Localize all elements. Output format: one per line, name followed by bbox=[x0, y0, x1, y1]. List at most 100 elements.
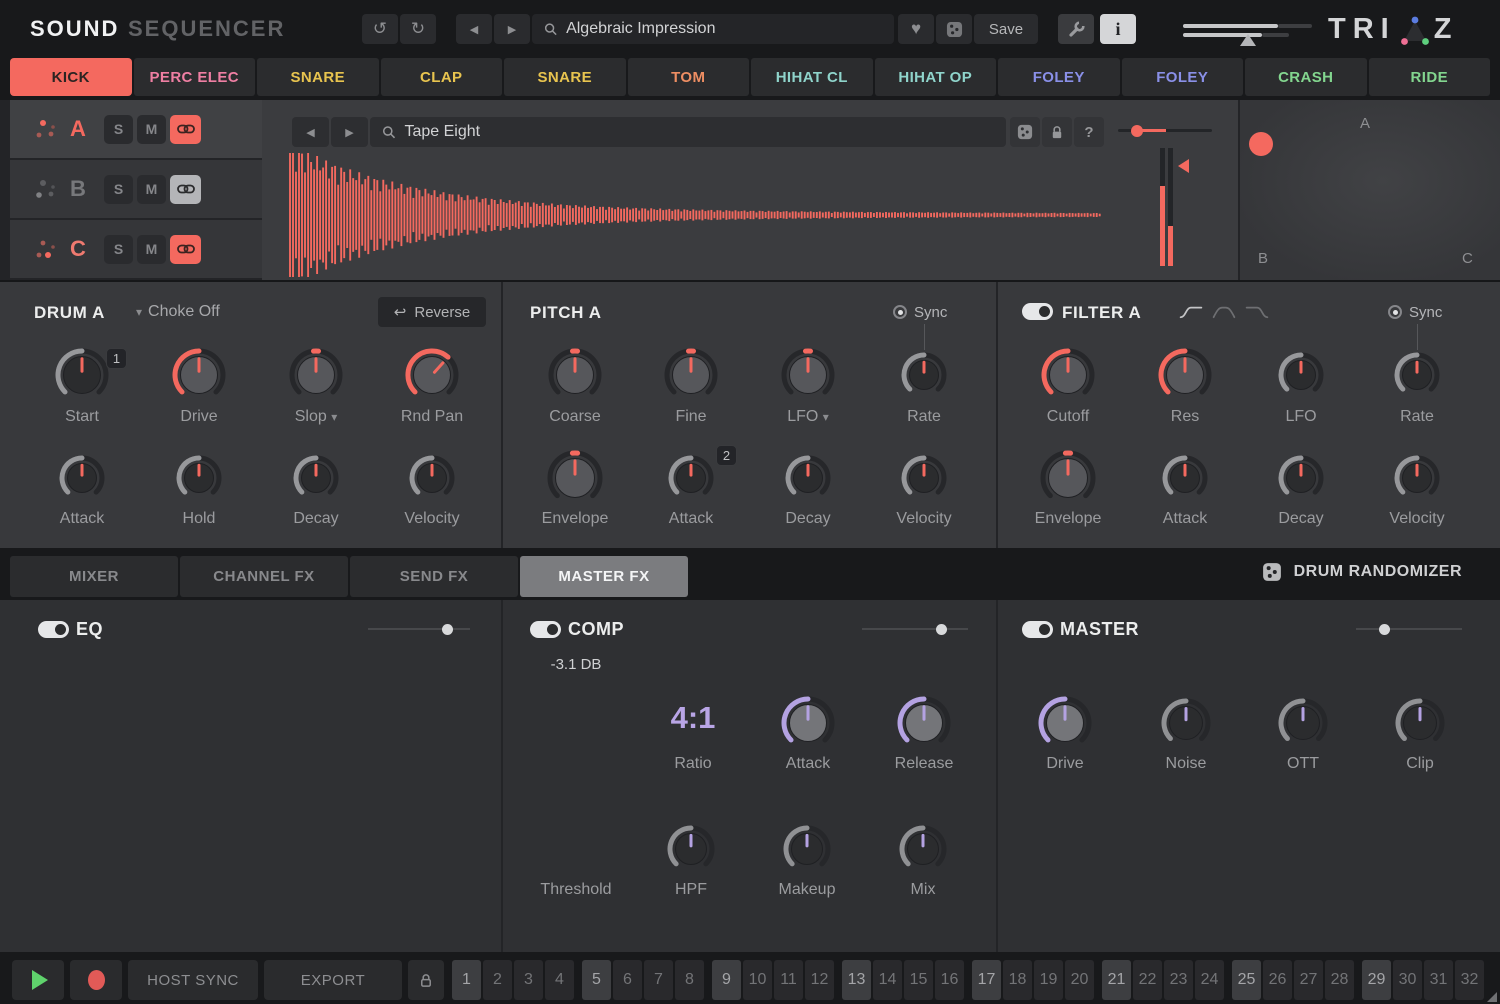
step-32[interactable]: 32 bbox=[1455, 960, 1484, 1000]
step-7[interactable]: 7 bbox=[644, 960, 673, 1000]
drum-attack-knob[interactable] bbox=[59, 455, 105, 506]
comp-hpf-knob[interactable] bbox=[667, 825, 715, 878]
step-3[interactable]: 3 bbox=[514, 960, 543, 1000]
pad-position-handle[interactable] bbox=[1249, 132, 1273, 156]
host-sync-button[interactable]: HOST SYNC bbox=[128, 960, 258, 1000]
highpass-icon[interactable] bbox=[1178, 304, 1204, 320]
layer-row-a[interactable]: A S M bbox=[10, 100, 262, 158]
step-8[interactable]: 8 bbox=[675, 960, 704, 1000]
layer-b-mute-button[interactable]: M bbox=[137, 175, 166, 204]
tab-kick[interactable]: KICK bbox=[10, 58, 132, 96]
record-button[interactable] bbox=[70, 960, 122, 1000]
comp-mix-knob[interactable] bbox=[899, 825, 947, 878]
step-17[interactable]: 17 bbox=[972, 960, 1001, 1000]
filter-sync-radio[interactable] bbox=[1388, 305, 1402, 319]
step-6[interactable]: 6 bbox=[613, 960, 642, 1000]
drum-hold-knob[interactable] bbox=[176, 455, 222, 506]
master-enable-toggle[interactable] bbox=[1022, 621, 1053, 638]
play-button[interactable] bbox=[12, 960, 64, 1000]
layer-a-mute-button[interactable]: M bbox=[137, 115, 166, 144]
filter-rate-knob[interactable] bbox=[1394, 352, 1440, 403]
eq-mix-handle[interactable] bbox=[442, 624, 453, 635]
next-sample-button[interactable]: ▶ bbox=[331, 117, 368, 147]
info-button[interactable]: i bbox=[1100, 14, 1136, 44]
pitch-sync-radio[interactable] bbox=[893, 305, 907, 319]
step-22[interactable]: 22 bbox=[1133, 960, 1162, 1000]
drive-knob[interactable] bbox=[172, 348, 226, 407]
tab-perc-elec[interactable]: PERC ELEC bbox=[134, 58, 256, 96]
comp-attack-knob[interactable] bbox=[781, 696, 835, 755]
master-mix-handle[interactable] bbox=[1379, 624, 1390, 635]
fx-tab-master-fx[interactable]: MASTER FX bbox=[520, 556, 688, 597]
cutoff-knob[interactable] bbox=[1041, 348, 1095, 407]
filter-attack-knob[interactable] bbox=[1162, 455, 1208, 506]
next-preset-button[interactable]: ▶ bbox=[494, 14, 530, 44]
layer-a-solo-button[interactable]: S bbox=[104, 115, 133, 144]
choke-dropdown[interactable]: ▾Choke Off bbox=[136, 303, 220, 321]
lowpass-icon[interactable] bbox=[1244, 304, 1270, 320]
layer-row-b[interactable]: B S M bbox=[10, 160, 262, 218]
favorite-button[interactable]: ♥ bbox=[898, 14, 934, 44]
layer-blend-pad[interactable]: A B C bbox=[1240, 100, 1500, 280]
preset-search-input[interactable] bbox=[566, 20, 882, 38]
step-27[interactable]: 27 bbox=[1294, 960, 1323, 1000]
reverse-button[interactable]: ↩Reverse bbox=[378, 297, 486, 327]
prev-sample-button[interactable]: ◀ bbox=[292, 117, 329, 147]
master-mix-slider[interactable] bbox=[1356, 628, 1462, 630]
resize-handle[interactable] bbox=[1487, 992, 1497, 1002]
drum-randomizer-button[interactable]: DRUM RANDOMIZER bbox=[1262, 562, 1462, 582]
step-5[interactable]: 5 bbox=[582, 960, 611, 1000]
output-fader-icon[interactable] bbox=[1183, 20, 1313, 46]
eq-enable-toggle[interactable] bbox=[38, 621, 69, 638]
drum-velocity-knob[interactable] bbox=[409, 455, 455, 506]
sample-waveform[interactable] bbox=[288, 150, 1103, 280]
step-30[interactable]: 30 bbox=[1393, 960, 1422, 1000]
eq-mix-slider[interactable] bbox=[368, 628, 470, 630]
randomize-preset-button[interactable] bbox=[936, 14, 972, 44]
step-10[interactable]: 10 bbox=[743, 960, 772, 1000]
pitch-attack-knob[interactable] bbox=[668, 455, 714, 506]
app-title-sequencer[interactable]: SEQUENCER bbox=[128, 16, 285, 42]
bandpass-icon[interactable] bbox=[1211, 304, 1237, 320]
pattern-lock-button[interactable] bbox=[408, 960, 444, 1000]
filter-envelope-knob[interactable] bbox=[1040, 450, 1096, 511]
tab-crash[interactable]: CRASH bbox=[1245, 58, 1367, 96]
step-15[interactable]: 15 bbox=[904, 960, 933, 1000]
level-marker-icon[interactable] bbox=[1178, 159, 1189, 173]
tab-foley[interactable]: FOLEY bbox=[998, 58, 1120, 96]
save-button[interactable]: Save bbox=[974, 14, 1038, 44]
slop-label[interactable]: Slop ▾ bbox=[295, 408, 338, 426]
filter-decay-knob[interactable] bbox=[1278, 455, 1324, 506]
layer-row-c[interactable]: C S M bbox=[10, 220, 262, 278]
pitch-lfo-knob[interactable] bbox=[781, 348, 835, 407]
tab-hihat-op[interactable]: HIHAT OP bbox=[875, 58, 997, 96]
layer-c-mute-button[interactable]: M bbox=[137, 235, 166, 264]
layer-b-link-button[interactable] bbox=[170, 175, 201, 204]
master-ott-knob[interactable] bbox=[1278, 698, 1328, 753]
comp-mix-handle[interactable] bbox=[936, 624, 947, 635]
tab-clap[interactable]: CLAP bbox=[381, 58, 503, 96]
sample-search-input[interactable] bbox=[404, 123, 994, 141]
layer-c-link-button[interactable] bbox=[170, 235, 201, 264]
pitch-rate-knob[interactable] bbox=[901, 352, 947, 403]
layer-b-solo-button[interactable]: S bbox=[104, 175, 133, 204]
rnd-pan-knob[interactable] bbox=[405, 348, 459, 407]
coarse-knob[interactable] bbox=[548, 348, 602, 407]
step-16[interactable]: 16 bbox=[935, 960, 964, 1000]
sample-help-button[interactable]: ? bbox=[1074, 117, 1104, 147]
comp-release-knob[interactable] bbox=[897, 696, 951, 755]
app-title-sound[interactable]: SOUND bbox=[30, 16, 119, 42]
filter-enable-toggle[interactable] bbox=[1022, 303, 1053, 320]
filter-lfo-knob[interactable] bbox=[1278, 352, 1324, 403]
step-20[interactable]: 20 bbox=[1065, 960, 1094, 1000]
redo-button[interactable]: ↻ bbox=[400, 14, 436, 44]
comp-mix-slider[interactable] bbox=[862, 628, 968, 630]
prev-preset-button[interactable]: ◀ bbox=[456, 14, 492, 44]
pan-slider-handle[interactable] bbox=[1131, 125, 1143, 137]
tab-foley[interactable]: FOLEY bbox=[1122, 58, 1244, 96]
sample-lock-button[interactable] bbox=[1042, 117, 1072, 147]
tab-snare[interactable]: SNARE bbox=[504, 58, 626, 96]
pitch-lfo-label[interactable]: LFO ▾ bbox=[787, 408, 829, 426]
slop-knob[interactable] bbox=[289, 348, 343, 407]
fx-tab-mixer[interactable]: MIXER bbox=[10, 556, 178, 597]
